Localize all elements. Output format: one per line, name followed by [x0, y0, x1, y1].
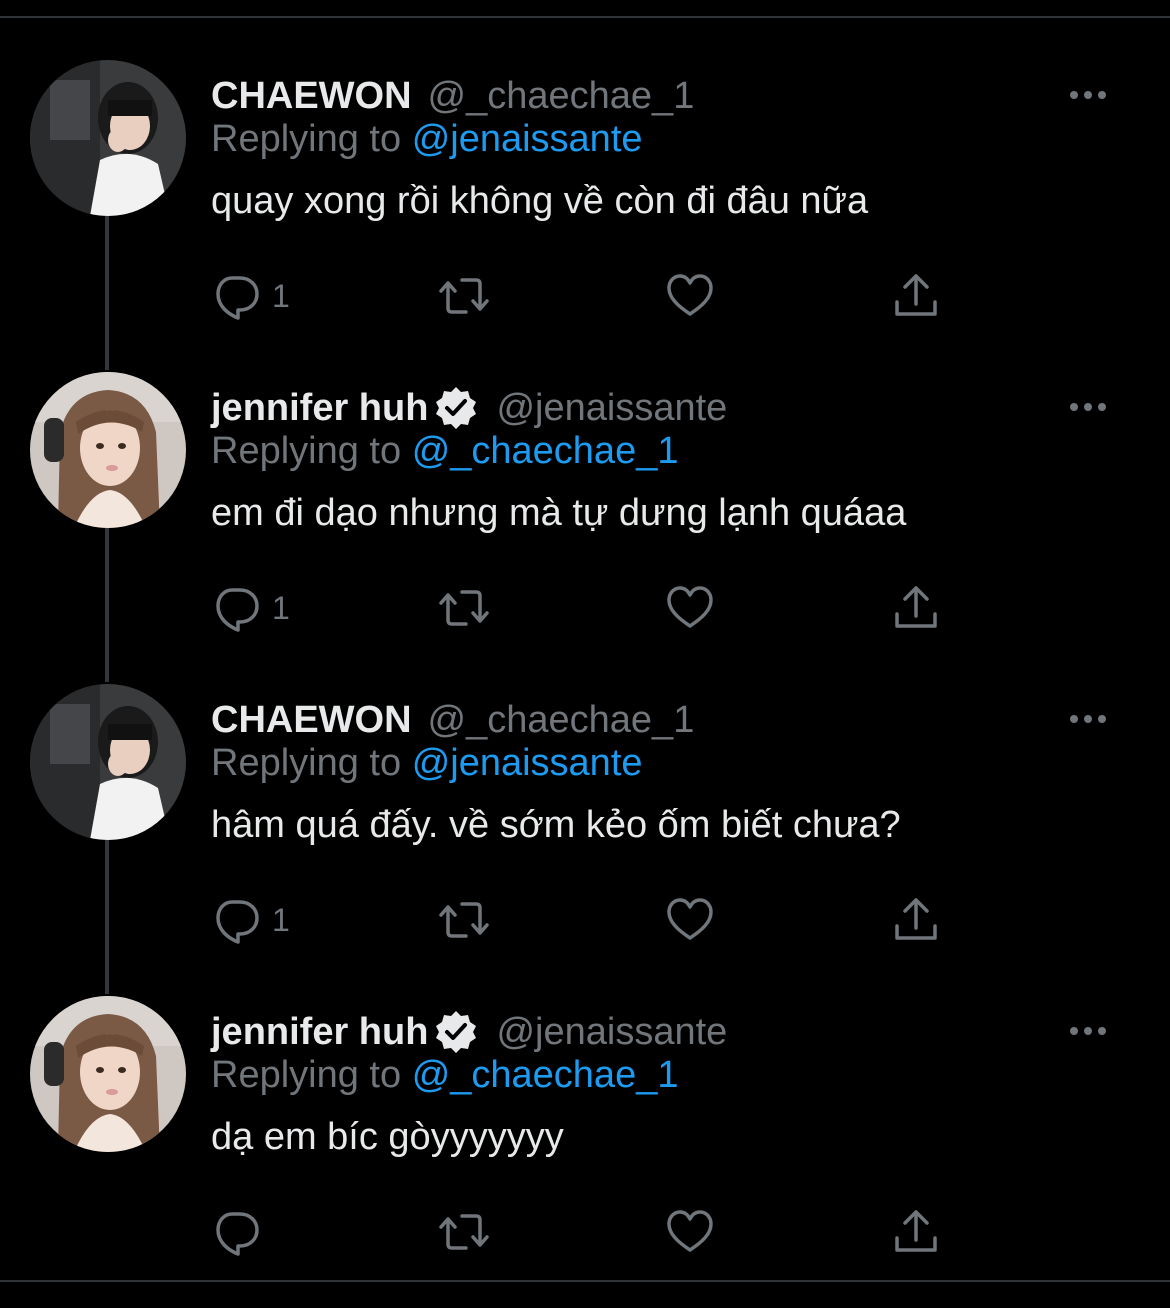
- replying-to: Replying to @_chaechae_1: [211, 430, 678, 473]
- more-icon[interactable]: [1064, 392, 1112, 422]
- replying-to-handle-link[interactable]: @jenaissante: [412, 742, 643, 784]
- avatar-chaewon-image: [30, 60, 186, 216]
- heart-icon: [667, 586, 713, 628]
- more-icon[interactable]: [1064, 704, 1112, 734]
- replying-to-label: Replying to: [211, 1054, 402, 1096]
- bottom-divider: [0, 1280, 1170, 1282]
- tweet[interactable]: CHAEWON @_chaechae_1 Replying to @jenais…: [0, 60, 1170, 372]
- replying-to-label: Replying to: [211, 742, 402, 784]
- reply-icon: [216, 900, 259, 944]
- tweet[interactable]: CHAEWON @_chaechae_1 Replying to @jenais…: [0, 684, 1170, 996]
- reply-icon: [216, 588, 259, 632]
- display-name[interactable]: jennifer huh: [211, 1011, 428, 1054]
- tweet-text: dạ em bíc gòyyyyyyy: [211, 1116, 564, 1158]
- replying-to-label: Replying to: [211, 430, 402, 472]
- share-icon: [895, 1210, 937, 1252]
- user-handle[interactable]: @jenaissante: [496, 1011, 727, 1054]
- avatar[interactable]: [30, 60, 186, 216]
- share-button[interactable]: [890, 890, 942, 950]
- tweet-actions: 1: [0, 578, 1170, 638]
- share-button[interactable]: [890, 266, 942, 326]
- retweet-icon: [439, 1214, 489, 1250]
- tweet[interactable]: jennifer huh @jenaissante Replying to @_…: [0, 996, 1170, 1308]
- share-icon: [895, 586, 937, 628]
- tweet-text: em đi dạo nhưng mà tự dưng lạnh quáaa: [211, 492, 907, 534]
- more-icon[interactable]: [1064, 80, 1112, 110]
- avatar[interactable]: [30, 372, 186, 528]
- tweet-actions: 1: [0, 890, 1170, 950]
- reply-button[interactable]: [210, 1202, 272, 1262]
- user-handle[interactable]: @_chaechae_1: [428, 699, 695, 742]
- display-name[interactable]: CHAEWON: [211, 699, 412, 742]
- tweet-actions: [0, 1202, 1170, 1262]
- share-button[interactable]: [890, 1202, 942, 1262]
- user-handle[interactable]: @_chaechae_1: [428, 75, 695, 118]
- top-divider: [0, 16, 1170, 18]
- retweet-button[interactable]: [438, 890, 490, 950]
- display-name[interactable]: CHAEWON: [211, 75, 412, 118]
- user-handle[interactable]: @jenaissante: [496, 387, 727, 430]
- retweet-icon: [439, 902, 489, 938]
- replying-to: Replying to @jenaissante: [211, 118, 643, 161]
- avatar-jennifer-image: [30, 996, 186, 1152]
- tweet[interactable]: jennifer huh @jenaissante Replying to @_…: [0, 372, 1170, 684]
- retweet-button[interactable]: [438, 266, 490, 326]
- tweet-text: quay xong rồi không về còn đi đâu nữa: [211, 180, 869, 222]
- share-icon: [895, 274, 937, 316]
- tweet-actions: 1: [0, 266, 1170, 326]
- reply-button[interactable]: 1: [210, 578, 290, 638]
- reply-icon: [216, 1212, 259, 1256]
- replying-to: Replying to @jenaissante: [211, 742, 643, 785]
- reply-count: 1: [272, 277, 290, 314]
- replying-to: Replying to @_chaechae_1: [211, 1054, 678, 1097]
- heart-icon: [667, 274, 713, 316]
- avatar[interactable]: [30, 996, 186, 1152]
- reply-button[interactable]: 1: [210, 890, 290, 950]
- like-button[interactable]: [664, 1202, 716, 1262]
- display-name[interactable]: jennifer huh: [211, 387, 428, 430]
- more-icon[interactable]: [1064, 1016, 1112, 1046]
- share-button[interactable]: [890, 578, 942, 638]
- tweet-text: hâm quá đấy. về sớm kẻo ốm biết chưa?: [211, 804, 901, 846]
- replying-to-label: Replying to: [211, 118, 402, 160]
- share-icon: [895, 898, 937, 940]
- like-button[interactable]: [664, 578, 716, 638]
- reply-button[interactable]: 1: [210, 266, 290, 326]
- retweet-button[interactable]: [438, 1202, 490, 1262]
- retweet-icon: [439, 590, 489, 626]
- reply-count: 1: [272, 589, 290, 626]
- heart-icon: [667, 898, 713, 940]
- heart-icon: [667, 1210, 713, 1252]
- replying-to-handle-link[interactable]: @jenaissante: [412, 118, 643, 160]
- avatar[interactable]: [30, 684, 186, 840]
- verified-badge-icon: [432, 1008, 480, 1056]
- replying-to-handle-link[interactable]: @_chaechae_1: [412, 430, 679, 472]
- retweet-button[interactable]: [438, 578, 490, 638]
- avatar-chaewon-image: [30, 684, 186, 840]
- like-button[interactable]: [664, 266, 716, 326]
- retweet-icon: [439, 278, 489, 314]
- avatar-jennifer-image: [30, 372, 186, 528]
- reply-icon: [216, 276, 259, 320]
- verified-badge-icon: [432, 384, 480, 432]
- like-button[interactable]: [664, 890, 716, 950]
- reply-count: 1: [272, 901, 290, 938]
- replying-to-handle-link[interactable]: @_chaechae_1: [412, 1054, 679, 1096]
